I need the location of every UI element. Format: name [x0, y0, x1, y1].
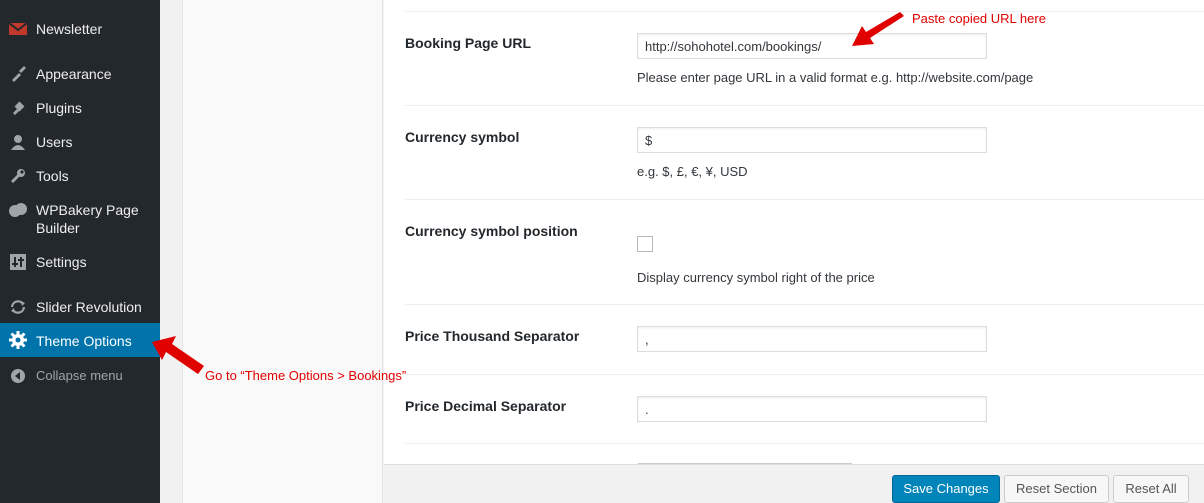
goto-theme-options-annotation: Go to “Theme Options > Bookings”: [205, 368, 407, 383]
reset-section-button[interactable]: Reset Section: [1004, 475, 1109, 503]
paintbrush-icon: [9, 65, 27, 83]
wrench-icon: [9, 167, 27, 185]
plug-icon: [9, 99, 27, 117]
decimal-separator-label: Price Decimal Separator: [405, 398, 567, 414]
arrow-icon: [152, 336, 204, 374]
sidebar-item-label: Newsletter: [36, 21, 103, 37]
paste-url-annotation: Paste copied URL here: [912, 11, 1046, 26]
save-changes-button[interactable]: Save Changes: [892, 475, 1000, 503]
bakery-icon: [9, 201, 27, 219]
gear-icon: [9, 331, 27, 349]
collapse-icon: [9, 367, 27, 385]
options-nav-panel: [182, 0, 383, 503]
currency-symbol-input[interactable]: [637, 127, 987, 153]
content-gutter: [160, 0, 182, 503]
sidebar-item-label: Theme Options: [36, 333, 132, 349]
row-divider: [405, 11, 1204, 12]
booking-url-label: Booking Page URL: [405, 35, 532, 51]
sidebar-item-label: Appearance: [36, 66, 112, 82]
sidebar-item-partial: [0, 0, 160, 6]
arrow-icon: [852, 12, 904, 46]
thousand-separator-input[interactable]: [637, 326, 987, 352]
refresh-icon: [9, 298, 27, 316]
envelope-icon: [9, 20, 27, 38]
sidebar-item-label: WPBakery Page Builder: [36, 202, 139, 236]
sidebar-item-wpbakery[interactable]: WPBakery Page Builder: [0, 201, 160, 237]
row-divider: [405, 443, 1204, 444]
sidebar-separator: [0, 46, 160, 56]
row-divider: [405, 374, 1204, 375]
sidebar-item-label: Tools: [36, 168, 69, 184]
sidebar-item-label: Plugins: [36, 100, 82, 116]
sidebar-item-label: Slider Revolution: [36, 299, 142, 315]
currency-position-checkbox[interactable]: [637, 236, 653, 252]
sidebar-item-theme-options[interactable]: Theme Options: [0, 323, 160, 357]
row-divider: [405, 199, 1204, 200]
booking-url-description: Please enter page URL in a valid format …: [637, 70, 1034, 85]
currency-position-label: Currency symbol position: [405, 223, 578, 239]
currency-position-description: Display currency symbol right of the pri…: [637, 270, 875, 285]
row-divider: [405, 304, 1204, 305]
sidebar-item-label: Settings: [36, 254, 87, 270]
sidebar-item-label: Users: [36, 134, 73, 150]
currency-symbol-label: Currency symbol: [405, 129, 520, 145]
sidebar-item-label: Collapse menu: [36, 368, 123, 383]
admin-sidebar: Newsletter Appearance Plugins Users Tool…: [0, 0, 160, 503]
user-icon: [9, 133, 27, 151]
booking-url-input[interactable]: [637, 33, 987, 59]
sliders-icon: [9, 253, 27, 271]
currency-symbol-description: e.g. $, £, €, ¥, USD: [637, 164, 748, 179]
thousand-separator-label: Price Thousand Separator: [405, 328, 580, 344]
row-divider: [405, 105, 1204, 106]
reset-all-button[interactable]: Reset All: [1113, 475, 1189, 503]
decimal-separator-input[interactable]: [637, 396, 987, 422]
